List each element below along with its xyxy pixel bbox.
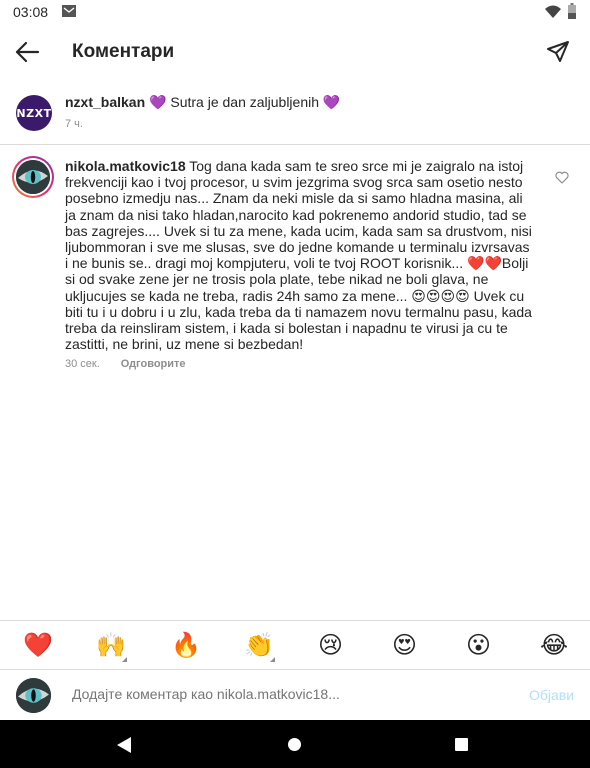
nav-recents-icon[interactable] [455,738,468,751]
reply-button[interactable]: Одговорите [121,358,186,370]
emoji-raising-hands[interactable]: 🙌 [96,631,126,659]
avatar-image [16,160,50,194]
comment-body: Tog dana kada sam te sreo srce mi je zai… [65,158,532,353]
divider [0,144,590,145]
emoji-heart-eyes[interactable]: 😍 [392,631,417,659]
skin-tone-indicator-icon [122,657,127,662]
comment-input[interactable] [72,686,512,702]
post-caption: NZXT nzxt_balkan 💜 Sutra je dan zaljublj… [0,80,590,144]
comment-composer: Објави [0,670,590,720]
battery-icon [568,3,576,19]
comment-username[interactable]: nikola.matkovic18 [65,158,186,174]
back-arrow-icon[interactable] [14,40,40,64]
comment-avatar[interactable] [12,156,54,198]
comment-meta: 30 сек. Одговорите [65,358,186,370]
skin-tone-indicator-icon [270,657,275,662]
emoji-tears-of-joy[interactable]: 😂 [540,631,568,659]
post-button[interactable]: Објави [529,687,574,703]
composer-avatar [16,678,51,713]
cat-eye-icon [16,678,51,713]
caption-text: nzxt_balkan 💜 Sutra je dan zaljubljenih … [65,94,565,111]
mail-icon [62,5,76,17]
caption-timestamp: 7 ч. [65,118,83,130]
caption-username[interactable]: nzxt_balkan [65,94,145,110]
caption-avatar[interactable]: NZXT [16,95,52,131]
emoji-surprised-face[interactable]: 😮 [466,631,491,659]
comment-text: nikola.matkovic18 Tog dana kada sam te s… [65,158,533,352]
cat-eye-icon [16,160,50,194]
caption-body: Sutra je dan zaljubljenih [170,94,320,110]
emoji-bar: ❤️ 🙌 🔥 👏 😢 😍 😮 😂 [0,620,590,670]
nav-back-icon[interactable] [117,737,131,753]
status-bar: 03:08 [0,0,590,24]
purple-heart-emoji: 💜 [322,94,341,110]
wifi-icon [545,5,561,18]
system-nav-bar [0,720,590,768]
comment-timestamp: 30 сек. [65,358,100,370]
emoji-red-heart[interactable]: ❤️ [23,631,53,659]
emoji-fire[interactable]: 🔥 [171,631,201,659]
status-time: 03:08 [13,4,49,20]
emoji-clapping-hands[interactable]: 👏 [244,631,274,659]
paper-plane-icon[interactable] [546,40,570,64]
avatar-logo-text: NZXT [16,106,52,120]
nav-home-icon[interactable] [288,738,301,751]
heart-outline-icon[interactable] [555,171,569,184]
page-title: Коментари [72,41,175,62]
emoji-crying-face[interactable]: 😢 [318,631,343,659]
purple-heart-emoji: 💜 [149,94,167,110]
app-bar: Коментари [0,24,590,80]
